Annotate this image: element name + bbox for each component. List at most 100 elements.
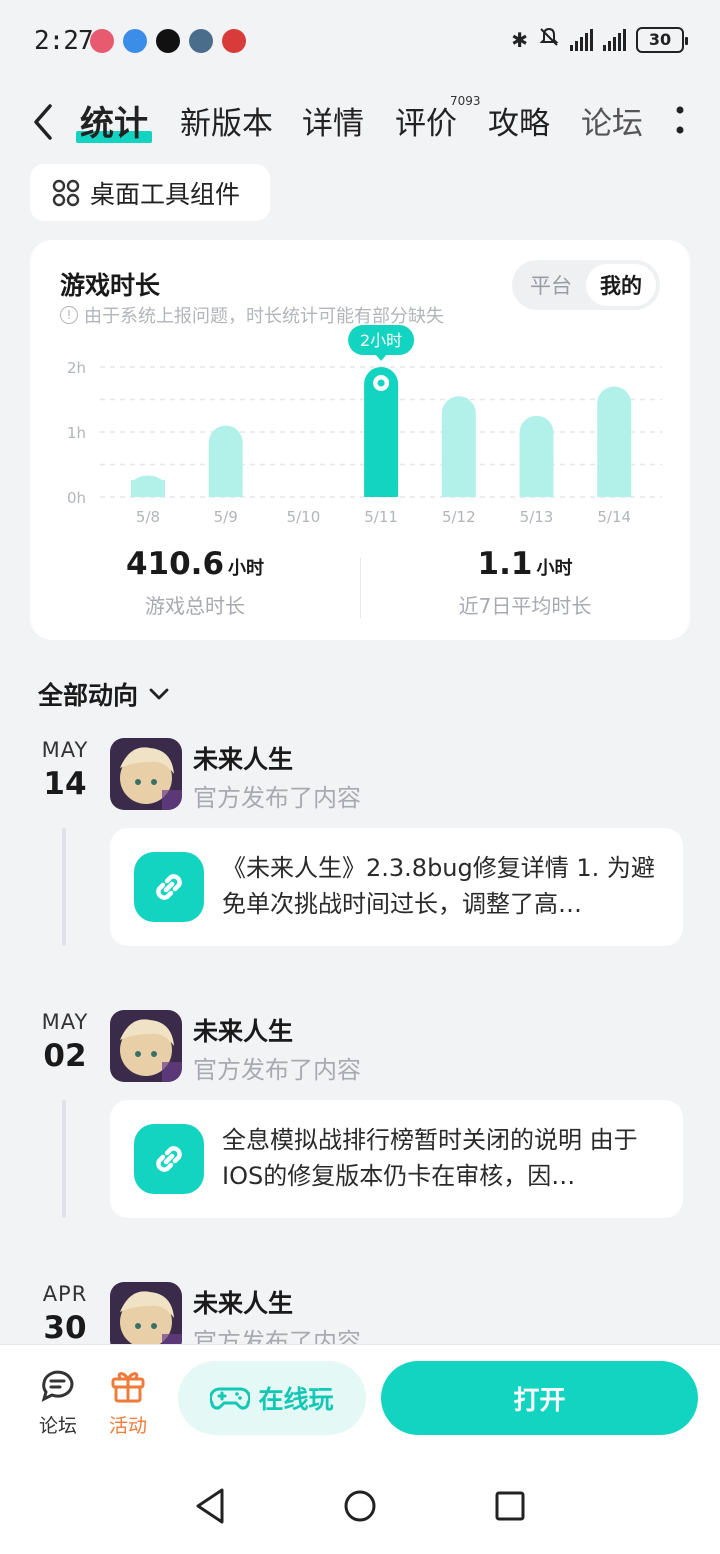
bar-base (364, 480, 399, 497)
tab-new-version[interactable]: 新版本 (180, 98, 273, 143)
widget-chip-label: 桌面工具组件 (90, 179, 241, 209)
open-game-button[interactable]: 打开 (381, 1361, 698, 1435)
battery-icon: 30 (636, 26, 688, 53)
y-tick-label: 1h (67, 424, 86, 442)
x-tick-label: 5/14 (597, 508, 631, 526)
more-vertical-icon (676, 106, 684, 134)
tab-stats[interactable]: 统计 (76, 96, 152, 145)
tab-details[interactable]: 详情 (302, 98, 364, 143)
feed-item: APR 30 未来人生 官方发布了内容 (0, 1282, 720, 1344)
bluetooth-icon: ✱ (511, 27, 528, 52)
system-nav-bar (0, 1460, 720, 1554)
timeline-line (62, 1100, 66, 1218)
game-avatar[interactable] (110, 1282, 182, 1344)
feed-item: MAY 14 未来人生 官方发布了内容 《未来人生》2.3.8bug修复详情 1… (0, 738, 720, 1008)
status-indicators: ✱ 30 (511, 26, 688, 53)
signal-icon-2 (603, 28, 626, 51)
post-action: 官方发布了内容 (193, 1328, 361, 1344)
status-bar: 2:27 ✱ 30 (0, 0, 720, 80)
total-label: 游戏总时长 (145, 594, 245, 618)
date-month: MAY (41, 1010, 89, 1034)
desktop-widget-button[interactable]: 桌面工具组件 (30, 164, 270, 221)
activity-label: 活动 (108, 1415, 147, 1437)
bar-base (131, 480, 165, 497)
game-name[interactable]: 未来人生 (193, 740, 293, 776)
total-value: 410.6 (125, 546, 225, 582)
bar-base (519, 480, 554, 497)
game-avatar[interactable] (110, 738, 182, 810)
feed-item: MAY 02 未来人生 官方发布了内容 全息模拟战排行榜暂时关闭的说明 由于IO… (0, 1010, 720, 1280)
link-icon (134, 1124, 204, 1194)
play-online-label: 在线玩 (258, 1385, 334, 1414)
bar-marker-dot (377, 379, 385, 387)
tab-label: 统计 (80, 104, 148, 144)
tab-forum[interactable]: 论坛 (581, 98, 643, 143)
date-month: MAY (41, 738, 89, 762)
segment-mine[interactable]: 我的 (586, 264, 656, 306)
x-tick-label: 5/10 (287, 508, 321, 526)
notification-app-icon-4 (189, 29, 213, 53)
back-triangle-icon[interactable] (188, 1484, 232, 1528)
mute-icon (538, 26, 560, 53)
gift-icon (111, 1372, 145, 1403)
timeline-line (62, 828, 66, 946)
playtime-bar-chart: 0h 1h 2h 5/8 5/9 5/10 5/11 2小时 5/12 5/13 5/14 (67, 325, 662, 526)
back-button[interactable] (28, 100, 60, 144)
post-action: 官方发布了内容 (193, 784, 361, 812)
tab-reviews[interactable]: 评价 (395, 98, 457, 143)
card-title: 游戏时长 (60, 271, 161, 300)
post-excerpt: 全息模拟战排行榜暂时关闭的说明 由于IOS的修复版本仍卡在审核，因… (222, 1126, 638, 1190)
activity-button[interactable]: 活动 (98, 1367, 158, 1438)
chevron-down-icon (149, 688, 169, 700)
game-avatar[interactable] (110, 1010, 182, 1082)
link-icon (134, 852, 204, 922)
post-card[interactable]: 《未来人生》2.3.8bug修复详情 1. 为避免单次挑战时间过长，调整了高… (110, 828, 683, 946)
tab-guides[interactable]: 攻略 (488, 98, 550, 143)
post-card[interactable]: 全息模拟战排行榜暂时关闭的说明 由于IOS的修复版本仍卡在审核，因… (110, 1100, 683, 1218)
reviews-count-badge: 7093 (450, 94, 481, 108)
tooltip-label: 2小时 (360, 331, 402, 350)
game-name[interactable]: 未来人生 (193, 1012, 293, 1048)
more-menu-button[interactable] (676, 104, 684, 136)
playtime-stats-card: 游戏时长 ! 由于系统上报问题，时长统计可能有部分缺失 平台 我的 0h 1h 2h… (30, 240, 690, 640)
gamepad-icon (210, 1387, 251, 1410)
post-action: 官方发布了内容 (193, 1056, 361, 1084)
bottom-action-bar: 论坛 活动 在线玩 打开 (0, 1344, 720, 1460)
total-playtime: 410.6 小时 游戏总时长 (30, 546, 360, 619)
forum-button[interactable]: 论坛 (28, 1367, 88, 1438)
grid-icon (52, 179, 80, 206)
play-online-button[interactable]: 在线玩 (178, 1361, 366, 1435)
x-tick-label: 5/12 (442, 508, 476, 526)
notification-app-icon-5 (222, 29, 246, 53)
bar-base (208, 480, 243, 497)
feed-filter-dropdown[interactable]: 全部动向 (38, 676, 170, 712)
source-segment-control: 平台 我的 (512, 260, 660, 310)
home-circle-icon[interactable] (338, 1484, 382, 1528)
date-month: APR (42, 1282, 88, 1306)
recents-square-icon[interactable] (488, 1484, 532, 1528)
segment-platform[interactable]: 平台 (516, 264, 586, 306)
date-day: 02 (43, 1038, 87, 1074)
feed-header-label: 全部动向 (38, 681, 139, 710)
average-playtime: 1.1 小时 近7日平均时长 (360, 546, 690, 619)
status-time: 2:27 (34, 26, 94, 56)
chevron-left-icon (34, 104, 52, 140)
tooltip-pointer (375, 354, 388, 361)
bar-base (441, 480, 476, 497)
bar-base (597, 480, 632, 497)
x-tick-label: 5/13 (520, 508, 554, 526)
notification-app-icon-1 (90, 29, 114, 53)
date-day: 14 (43, 766, 87, 802)
x-tick-label: 5/11 (364, 508, 398, 526)
signal-icon (570, 28, 593, 51)
y-tick-label: 0h (67, 489, 86, 507)
notification-app-icon-2 (123, 29, 147, 53)
tiktok-icon (156, 29, 180, 53)
top-nav: 统计 新版本 详情 评价 7093 攻略 论坛 (0, 90, 720, 154)
average-unit: 小时 (536, 558, 573, 579)
y-tick-label: 2h (67, 359, 86, 377)
game-name[interactable]: 未来人生 (193, 1284, 293, 1320)
chat-bubbles-icon (41, 1370, 74, 1402)
date-day: 30 (43, 1310, 87, 1344)
x-tick-label: 5/8 (136, 508, 160, 526)
